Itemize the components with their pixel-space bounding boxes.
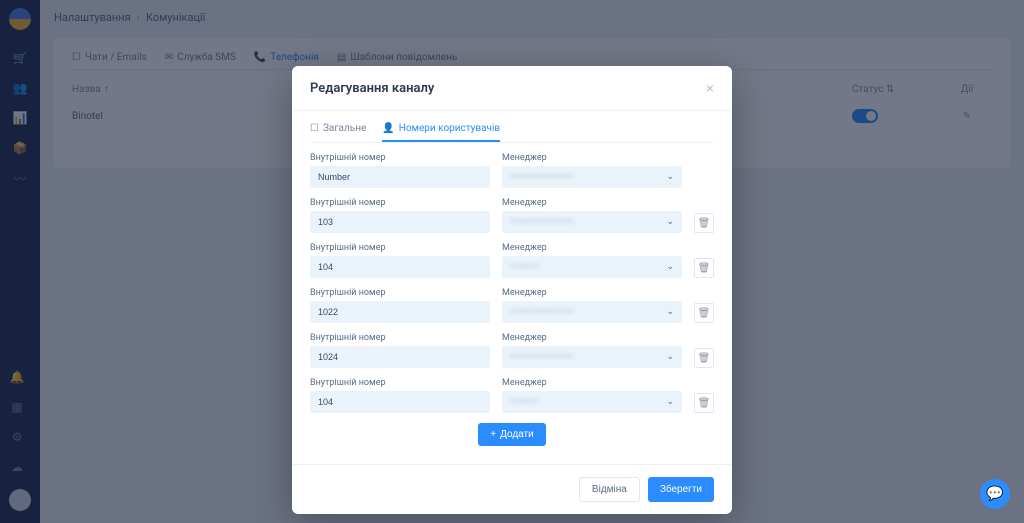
manager-select[interactable]: ———— ⌄ [502, 391, 682, 413]
modal-title: Редагування каналу [310, 81, 434, 96]
add-button[interactable]: + Додати [478, 423, 545, 446]
chevron-down-icon: ⌄ [666, 352, 674, 362]
add-row-container: + Додати [310, 423, 714, 446]
chat-icon: 💬 [986, 486, 1003, 502]
extension-input[interactable] [310, 301, 490, 323]
chevron-down-icon: ⌄ [666, 172, 674, 182]
delete-row-button[interactable]: 🗑 [694, 348, 714, 368]
manager-label: Менеджер [502, 378, 682, 388]
save-button[interactable]: Зберегти [648, 477, 714, 502]
extension-input[interactable] [310, 256, 490, 278]
extension-input[interactable] [310, 391, 490, 413]
extension-row: Внутрішній номер Менеджер ————————— ⌄ 🗑 [310, 333, 714, 368]
manager-value: ————————— [510, 172, 573, 182]
extension-label: Внутрішній номер [310, 153, 490, 163]
delete-row-button[interactable]: 🗑 [694, 303, 714, 323]
extension-row: Внутрішній номерМенеджер—————————⌄🗑 [310, 153, 714, 188]
manager-select[interactable]: ————————— ⌄ [502, 166, 682, 188]
delete-row-button[interactable]: 🗑 [694, 393, 714, 413]
chat-fab[interactable]: 💬 [980, 479, 1010, 509]
plus-icon: + [490, 429, 496, 440]
add-button-label: Додати [500, 429, 534, 440]
chevron-down-icon: ⌄ [666, 307, 674, 317]
chevron-down-icon: ⌄ [666, 397, 674, 407]
extension-input[interactable] [310, 211, 490, 233]
modal-tabs: ☐ Загальне 👤 Номери користувачів [310, 119, 714, 143]
manager-select[interactable]: ———— ⌄ [502, 256, 682, 278]
extension-label: Внутрішній номер [310, 243, 490, 253]
manager-value: ————————— [510, 352, 573, 362]
extension-row: Внутрішній номер Менеджер ————————— ⌄ 🗑 [310, 198, 714, 233]
modal-body: ☐ Загальне 👤 Номери користувачів Внутріш… [292, 111, 732, 464]
delete-row-button[interactable]: 🗑 [694, 213, 714, 233]
modal-tab-users[interactable]: 👤 Номери користувачів [382, 123, 500, 142]
extension-label: Внутрішній номер [310, 378, 490, 388]
chevron-down-icon: ⌄ [666, 217, 674, 227]
extension-row: Внутрішній номер Менеджер ———— ⌄ 🗑 [310, 378, 714, 413]
extension-label: Внутрішній номер [310, 333, 490, 343]
manager-value: ———— [510, 397, 538, 407]
chevron-down-icon: ⌄ [666, 262, 674, 272]
manager-label: Менеджер [502, 198, 682, 208]
manager-label: Менеджер [502, 288, 682, 298]
extension-row: Внутрішній номер Менеджер ———— ⌄ 🗑 [310, 243, 714, 278]
modal-header: Редагування каналу × [292, 66, 732, 111]
settings-icon: ☐ [310, 123, 319, 134]
manager-select[interactable]: ————————— ⌄ [502, 211, 682, 233]
modal-tab-label: Номери користувачів [399, 123, 500, 134]
extension-input[interactable] [310, 346, 490, 368]
extension-row: Внутрішній номер Менеджер ————————— ⌄ 🗑 [310, 288, 714, 323]
manager-label: Менеджер [502, 333, 682, 343]
delete-row-button[interactable]: 🗑 [694, 258, 714, 278]
close-icon[interactable]: × [706, 80, 714, 96]
modal-tab-general[interactable]: ☐ Загальне [310, 123, 366, 142]
manager-value: ———— [510, 262, 538, 272]
modal-footer: Відміна Зберегти [292, 464, 732, 514]
manager-label: Менеджер [502, 153, 682, 163]
cancel-button[interactable]: Відміна [579, 477, 640, 502]
manager-value: ————————— [510, 217, 573, 227]
manager-select[interactable]: ————————— ⌄ [502, 301, 682, 323]
user-icon: 👤 [382, 123, 394, 134]
extension-label: Внутрішній номер [310, 198, 490, 208]
edit-channel-modal: Редагування каналу × ☐ Загальне 👤 Номери… [292, 66, 732, 514]
manager-label: Менеджер [502, 243, 682, 253]
extension-input[interactable] [310, 166, 490, 188]
manager-value: ————————— [510, 307, 573, 317]
manager-select[interactable]: ————————— ⌄ [502, 346, 682, 368]
extension-label: Внутрішній номер [310, 288, 490, 298]
modal-tab-label: Загальне [323, 123, 366, 134]
